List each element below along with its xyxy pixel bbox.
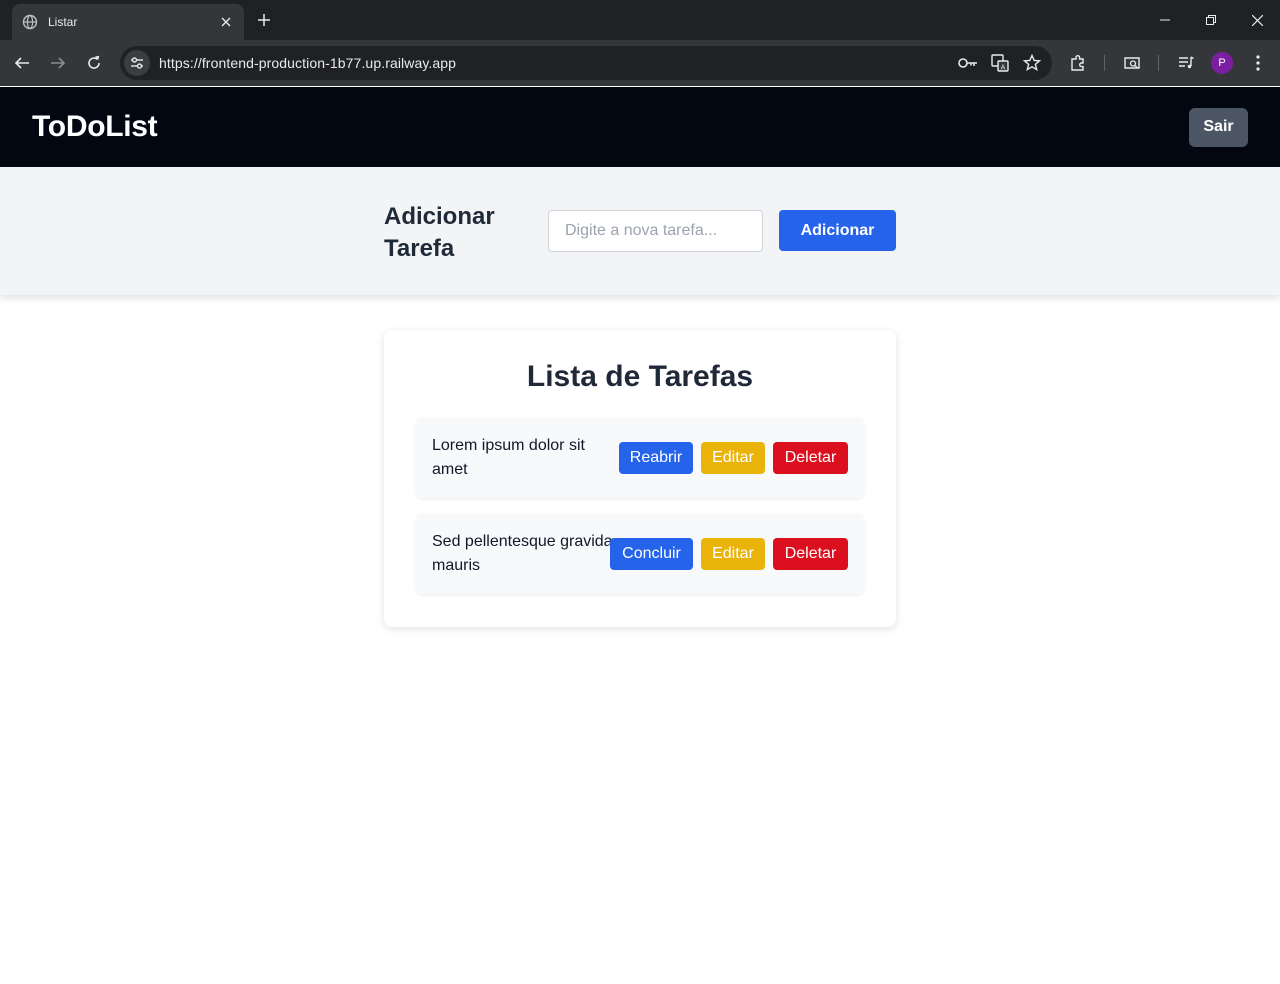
task-item: Sed pellentesque gravida mauris Concluir… — [416, 514, 864, 594]
tab-search-icon[interactable] — [1120, 51, 1144, 75]
toolbar-divider — [1104, 55, 1105, 71]
browser-tab[interactable]: Listar — [12, 4, 244, 40]
back-icon[interactable] — [10, 51, 34, 75]
extensions-icon[interactable] — [1066, 51, 1090, 75]
address-bar[interactable]: https://frontend-production-1b77.up.rail… — [120, 46, 1052, 80]
delete-task-button[interactable]: Deletar — [773, 442, 848, 474]
task-item: Lorem ipsum dolor sit amet Reabrir Edita… — [416, 418, 864, 498]
minimize-button[interactable] — [1142, 0, 1188, 40]
password-key-icon[interactable] — [956, 51, 980, 75]
new-task-input[interactable] — [548, 210, 763, 252]
complete-task-button[interactable]: Concluir — [610, 538, 693, 570]
globe-icon — [22, 14, 38, 30]
url-text[interactable]: https://frontend-production-1b77.up.rail… — [159, 55, 956, 71]
task-list-title: Lista de Tarefas — [526, 360, 754, 393]
browser-tab-strip: Listar — [0, 0, 1280, 40]
edit-task-button[interactable]: Editar — [701, 538, 765, 570]
new-tab-button[interactable] — [252, 8, 276, 32]
tab-title: Listar — [48, 15, 78, 29]
task-list-card: Lista de Tarefas Lorem ipsum dolor sit a… — [384, 330, 896, 627]
task-text: Lorem ipsum dolor sit amet — [432, 437, 585, 478]
edit-task-button[interactable]: Editar — [701, 442, 765, 474]
close-window-button[interactable] — [1234, 0, 1280, 40]
add-task-section: Adicionar Tarefa Adicionar — [0, 167, 1280, 295]
task-text: Sed pellentesque gravida mauris — [432, 533, 613, 574]
media-controls-icon[interactable] — [1174, 51, 1198, 75]
forward-icon[interactable] — [46, 51, 70, 75]
add-task-title: Adicionar Tarefa — [384, 203, 495, 262]
toolbar-divider — [1158, 55, 1159, 71]
close-icon[interactable] — [218, 14, 234, 30]
app-logo: ToDoList — [32, 110, 158, 143]
bookmark-star-icon[interactable] — [1020, 51, 1044, 75]
menu-dots-icon[interactable] — [1246, 51, 1270, 75]
reload-icon[interactable] — [82, 51, 106, 75]
logout-button[interactable]: Sair — [1189, 107, 1248, 147]
reopen-task-button[interactable]: Reabrir — [619, 442, 693, 474]
restore-button[interactable] — [1188, 0, 1234, 40]
translate-icon[interactable]: A — [988, 51, 1012, 75]
svg-text:A: A — [1001, 64, 1006, 72]
delete-task-button[interactable]: Deletar — [773, 538, 848, 570]
browser-toolbar: https://frontend-production-1b77.up.rail… — [0, 40, 1280, 86]
profile-avatar[interactable]: P — [1211, 52, 1233, 74]
add-task-button[interactable]: Adicionar — [779, 210, 896, 251]
app-header: ToDoList Sair — [0, 87, 1280, 167]
site-settings-icon[interactable] — [124, 50, 150, 76]
